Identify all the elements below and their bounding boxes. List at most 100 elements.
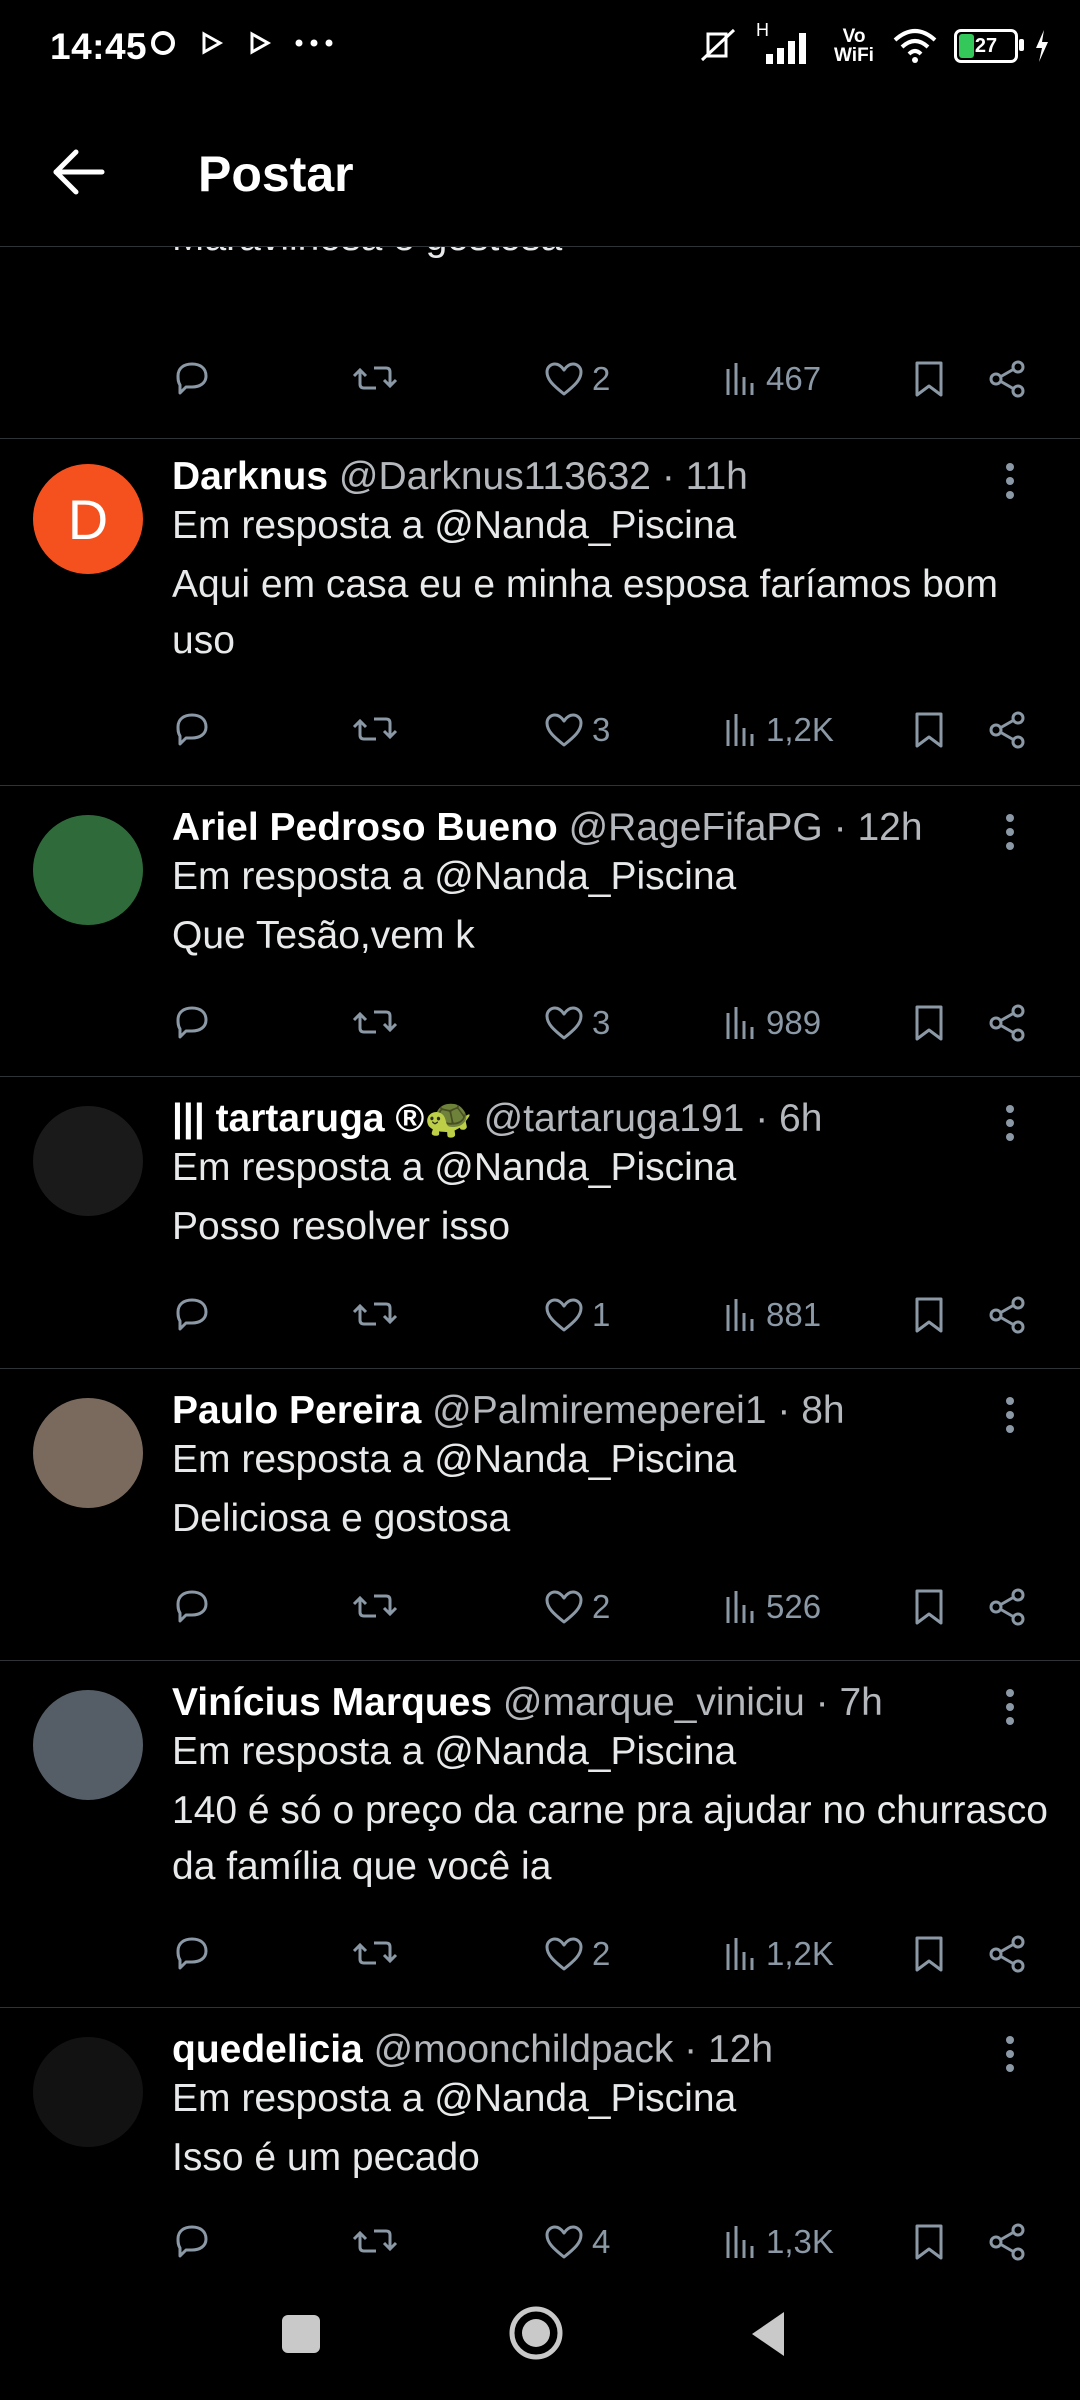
share-button[interactable] (988, 1588, 1026, 1626)
avatar[interactable] (33, 815, 143, 925)
bookmark-button[interactable] (912, 2223, 946, 2261)
system-back-button[interactable] (748, 2308, 788, 2360)
views-button[interactable]: 1,2K (724, 711, 834, 749)
share-icon (989, 1588, 1025, 1626)
reply-item[interactable]: ||| tartaruga ®🐢 @tartaruga191 · 6h Em re… (0, 1077, 1080, 1369)
views-button[interactable]: 881 (724, 1296, 821, 1334)
repost-button[interactable] (352, 1935, 398, 1971)
author-handle[interactable]: @Palmiremeperei1 (432, 1389, 766, 1432)
like-button[interactable]: 2 (544, 1935, 610, 1973)
bookmark-button[interactable] (912, 1935, 946, 1973)
post-time[interactable]: 12h (708, 2028, 773, 2071)
like-heart-icon (545, 1006, 583, 1040)
author-name[interactable]: Darknus (172, 455, 328, 498)
like-button[interactable]: 1 (544, 1296, 610, 1334)
author-handle[interactable]: @moonchildpack (374, 2028, 674, 2071)
share-button[interactable] (988, 1935, 1026, 1973)
reply-to-label[interactable]: Em resposta a @Nanda_Piscina (172, 501, 1050, 551)
reply-button[interactable] (172, 2223, 212, 2259)
avatar[interactable] (33, 2037, 143, 2147)
repost-icon (352, 1941, 398, 1965)
reply-item[interactable]: Ariel Pedroso Bueno @RageFifaPG · 12h Em … (0, 786, 1080, 1077)
reply-button[interactable] (172, 1004, 212, 1040)
reply-button[interactable] (172, 1296, 212, 1332)
author-line: Darknus @Darknus113632 · 11h (172, 453, 1050, 501)
bookmark-button[interactable] (912, 1588, 946, 1626)
repost-button[interactable] (352, 1004, 398, 1040)
repost-button[interactable] (352, 1296, 398, 1332)
reply-item[interactable]: quedelicia @moonchildpack · 12h Em respos… (0, 2008, 1080, 2299)
repost-button[interactable] (352, 2223, 398, 2259)
battery-level: 27 (974, 34, 998, 57)
more-options-button[interactable] (990, 461, 1030, 501)
post-time[interactable]: 7h (839, 1681, 882, 1724)
reply-item[interactable]: D Darknus @Darknus113632 · 11h Em resposta… (0, 439, 1080, 786)
views-chart-icon (726, 2226, 754, 2258)
author-name[interactable]: quedelicia (172, 2028, 363, 2071)
repost-button[interactable] (352, 711, 398, 747)
author-handle[interactable]: @marque_viniciu (503, 1681, 805, 1724)
like-button[interactable]: 4 (544, 2223, 610, 2261)
bookmark-icon (915, 1589, 943, 1625)
reply-button[interactable] (172, 711, 212, 747)
avatar[interactable] (33, 1690, 143, 1800)
reply-item[interactable]: Vinícius Marques @marque_viniciu · 7h Em … (0, 1661, 1080, 2008)
reply-to-label[interactable]: Em resposta a @Nanda_Piscina (172, 2074, 1050, 2124)
like-button[interactable]: 3 (544, 1004, 610, 1042)
author-handle[interactable]: @tartaruga191 (484, 1097, 745, 1140)
share-button[interactable] (988, 2223, 1026, 2261)
author-handle[interactable]: @RageFifaPG (569, 806, 823, 849)
avatar[interactable] (33, 1398, 143, 1508)
like-button[interactable]: 3 (544, 711, 610, 749)
bookmark-button[interactable] (912, 360, 946, 398)
bookmark-button[interactable] (912, 1004, 946, 1042)
more-options-button[interactable] (990, 2034, 1030, 2074)
author-name[interactable]: ||| tartaruga ®🐢 (172, 1097, 473, 1140)
share-button[interactable] (988, 711, 1026, 749)
more-options-button[interactable] (990, 1103, 1030, 1143)
bookmark-button[interactable] (912, 1296, 946, 1334)
likes-count: 2 (592, 1935, 611, 1972)
avatar[interactable] (33, 1106, 143, 1216)
views-button[interactable]: 1,3K (724, 2223, 834, 2261)
author-name[interactable]: Vinícius Marques (172, 1681, 492, 1724)
avatar[interactable]: D (33, 464, 143, 574)
views-button[interactable]: 989 (724, 1004, 821, 1042)
separator-dot: · (815, 1681, 829, 1724)
home-button[interactable] (508, 2305, 564, 2361)
like-button[interactable]: 2 (544, 360, 610, 398)
post-time[interactable]: 12h (857, 806, 922, 849)
author-name[interactable]: Ariel Pedroso Bueno (172, 806, 558, 849)
more-options-button[interactable] (990, 812, 1030, 852)
repost-button[interactable] (352, 360, 398, 396)
post-time[interactable]: 11h (686, 455, 748, 498)
bookmark-button[interactable] (912, 711, 946, 749)
status-time: 14:45 (50, 26, 148, 67)
share-button[interactable] (988, 1004, 1026, 1042)
reply-to-label[interactable]: Em resposta a @Nanda_Piscina (172, 1143, 1050, 1193)
author-name[interactable]: Paulo Pereira (172, 1389, 421, 1432)
back-arrow-icon[interactable] (48, 142, 108, 202)
recent-apps-button[interactable] (282, 2315, 320, 2353)
share-button[interactable] (988, 1296, 1026, 1334)
reply-button[interactable] (172, 1588, 212, 1624)
views-button[interactable]: 526 (724, 1588, 821, 1626)
more-options-button[interactable] (990, 1395, 1030, 1435)
reply-button[interactable] (172, 360, 212, 396)
like-button[interactable]: 2 (544, 1588, 610, 1626)
reply-to-label[interactable]: Em resposta a @Nanda_Piscina (172, 1727, 1050, 1777)
separator-dot: · (777, 1389, 791, 1432)
share-button[interactable] (988, 360, 1026, 398)
reply-to-label[interactable]: Em resposta a @Nanda_Piscina (172, 852, 1050, 902)
views-button[interactable]: 467 (724, 360, 821, 398)
views-button[interactable]: 1,2K (724, 1935, 834, 1973)
reply-item[interactable]: Paulo Pereira @Palmiremeperei1 · 8h Em re… (0, 1369, 1080, 1661)
author-handle[interactable]: @Darknus113632 (339, 455, 651, 498)
more-options-button[interactable] (990, 1687, 1030, 1727)
post-time[interactable]: 6h (779, 1097, 822, 1140)
repost-button[interactable] (352, 1588, 398, 1624)
reply-to-label[interactable]: Em resposta a @Nanda_Piscina (172, 1435, 1050, 1485)
reply-icon (176, 2225, 208, 2258)
post-time[interactable]: 8h (801, 1389, 844, 1432)
reply-button[interactable] (172, 1935, 212, 1971)
